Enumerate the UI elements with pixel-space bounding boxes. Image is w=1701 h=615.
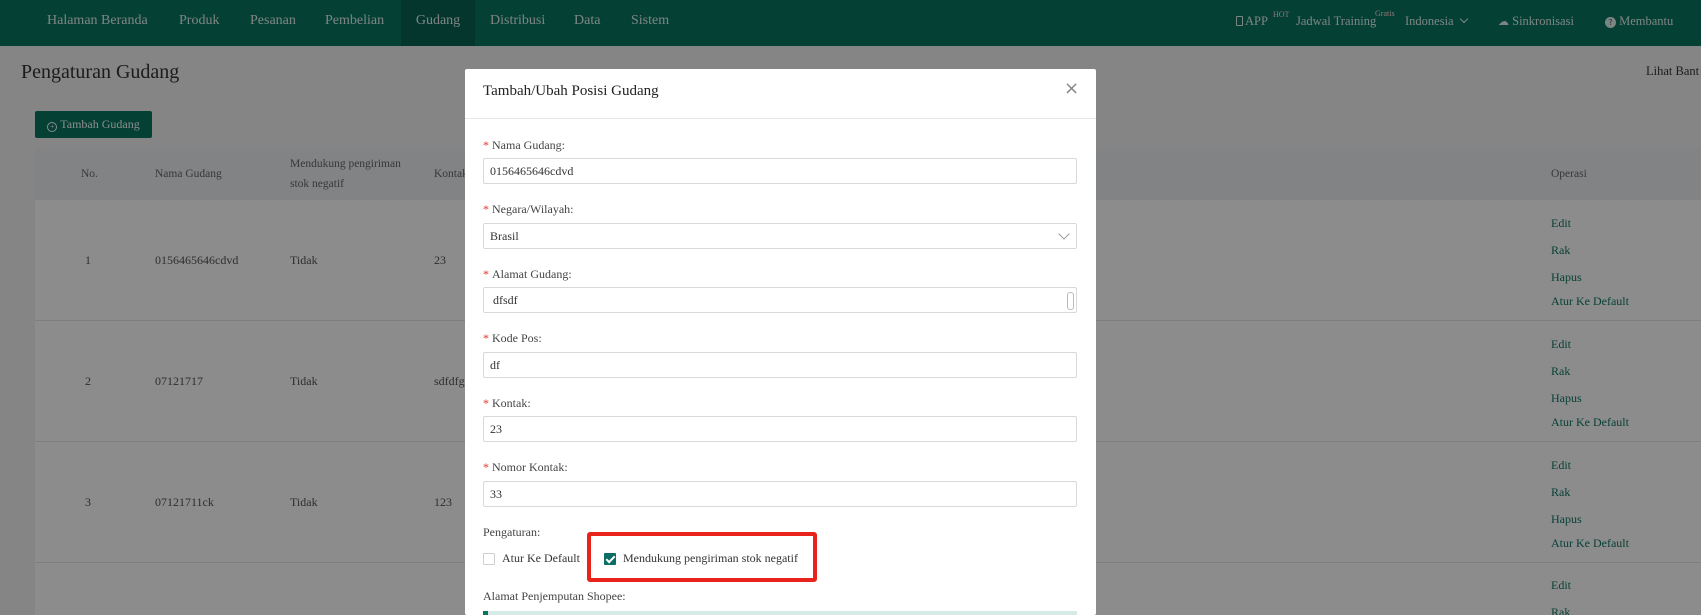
modal-title: Tambah/Ubah Posisi Gudang bbox=[483, 83, 659, 99]
postal-input[interactable]: df bbox=[483, 352, 1077, 378]
close-icon[interactable]: × bbox=[1064, 78, 1079, 99]
country-label: * Negara/Wilayah: bbox=[483, 202, 574, 216]
postal-label: * Kode Pos: bbox=[483, 331, 542, 345]
modal-header: Tambah/Ubah Posisi Gudang × bbox=[465, 69, 1096, 119]
address-label: * Alamat Gudang: bbox=[483, 267, 572, 281]
set-default-checkbox[interactable] bbox=[483, 553, 495, 565]
settings-label: Pengaturan: bbox=[483, 525, 541, 539]
shopee-pickup-bar bbox=[483, 611, 1077, 615]
warehouse-name-input[interactable]: 0156465646cdvd bbox=[483, 158, 1077, 184]
phone-input[interactable]: 33 bbox=[483, 481, 1077, 507]
contact-input[interactable]: 23 bbox=[483, 416, 1077, 442]
set-default-label[interactable]: Atur Ke Default bbox=[502, 551, 580, 566]
shopee-pickup-label: Alamat Penjemputan Shopee: bbox=[483, 589, 626, 603]
phone-label: * Nomor Kontak: bbox=[483, 460, 568, 474]
contact-label: * Kontak: bbox=[483, 396, 531, 410]
address-textarea[interactable]: dfsdf bbox=[483, 287, 1077, 313]
highlight-box bbox=[587, 532, 817, 582]
country-select[interactable]: Brasil bbox=[483, 223, 1077, 249]
chevron-down-icon bbox=[1058, 228, 1070, 240]
warehouse-name-label: * Nama Gudang: bbox=[483, 138, 565, 152]
resize-handle-icon[interactable] bbox=[1067, 292, 1074, 310]
